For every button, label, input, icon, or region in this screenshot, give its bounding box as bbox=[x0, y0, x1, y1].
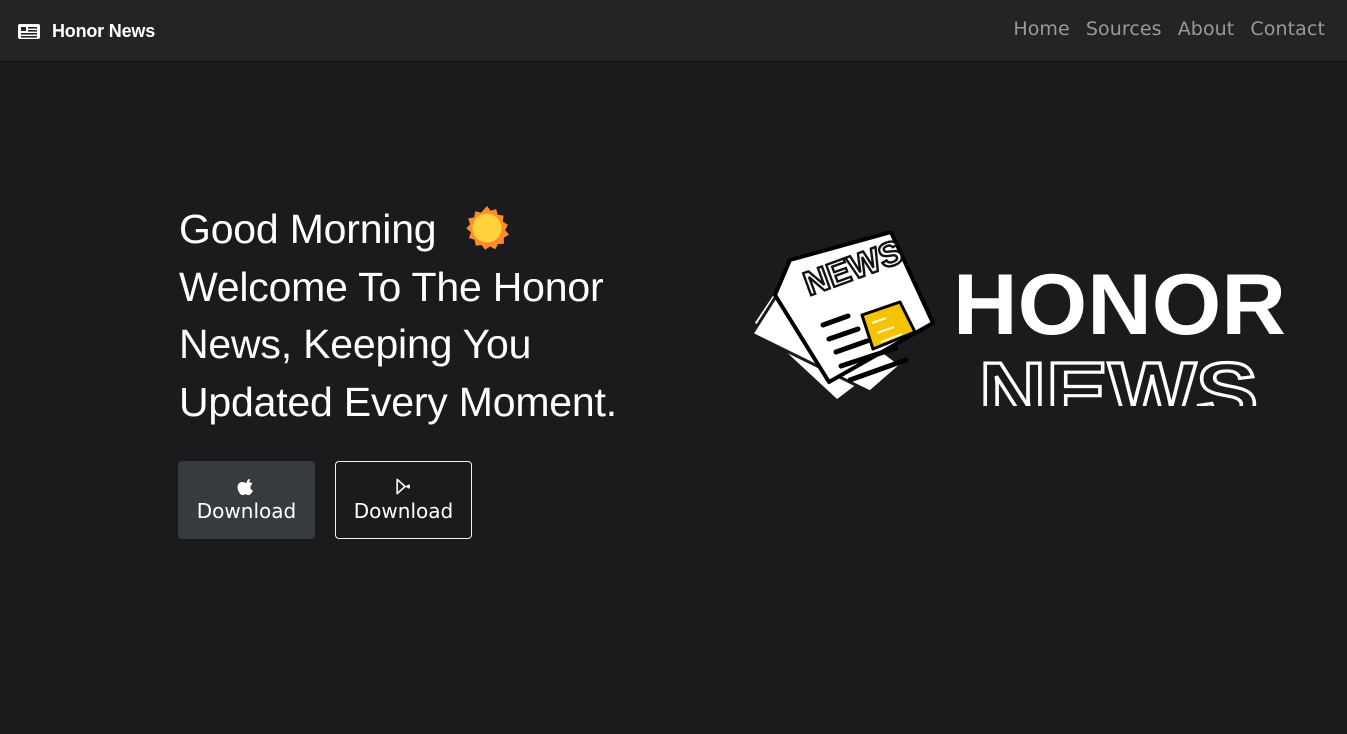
hero-section: Good Morning Welcome To The Honor News, … bbox=[0, 61, 1347, 734]
brand-link[interactable]: Honor News bbox=[16, 15, 155, 47]
play-store-download-label: Download bbox=[353, 499, 454, 523]
navbar-links: Home Sources About Contact bbox=[1013, 14, 1325, 44]
sun-icon bbox=[464, 205, 510, 251]
play-store-icon bbox=[394, 477, 413, 496]
newspaper-icon bbox=[16, 22, 42, 40]
hero-line-1: Welcome To The Honor bbox=[179, 263, 604, 310]
download-buttons: Download Download bbox=[178, 461, 472, 539]
nav-link-contact[interactable]: Contact bbox=[1250, 14, 1325, 44]
hero-line-2: News, Keeping You bbox=[179, 321, 532, 367]
hero-line-3: Updated Every Moment. bbox=[179, 378, 617, 425]
app-store-download-label: Download bbox=[196, 499, 297, 523]
apple-icon bbox=[237, 477, 256, 496]
logo-wordmark-top: HONOR bbox=[953, 257, 1286, 353]
brand-title: Honor News bbox=[52, 21, 156, 41]
honor-news-logo: NEWS HONOR NEWS bbox=[750, 231, 1286, 406]
greeting-text: Good Morning bbox=[179, 206, 437, 252]
hero-heading: Good Morning Welcome To The Honor News, … bbox=[179, 201, 634, 431]
play-store-download-button[interactable]: Download bbox=[335, 461, 472, 539]
logo-wordmark-bottom: NEWS bbox=[979, 345, 1258, 406]
hero-copy: Good Morning Welcome To The Honor News, … bbox=[179, 201, 634, 431]
nav-link-about[interactable]: About bbox=[1178, 14, 1235, 44]
top-navbar: Honor News Home Sources About Contact bbox=[0, 0, 1347, 61]
nav-link-home[interactable]: Home bbox=[1013, 14, 1070, 44]
newspaper-illustration: NEWS bbox=[750, 231, 935, 403]
nav-link-sources[interactable]: Sources bbox=[1086, 14, 1162, 44]
app-store-download-button[interactable]: Download bbox=[178, 461, 315, 539]
